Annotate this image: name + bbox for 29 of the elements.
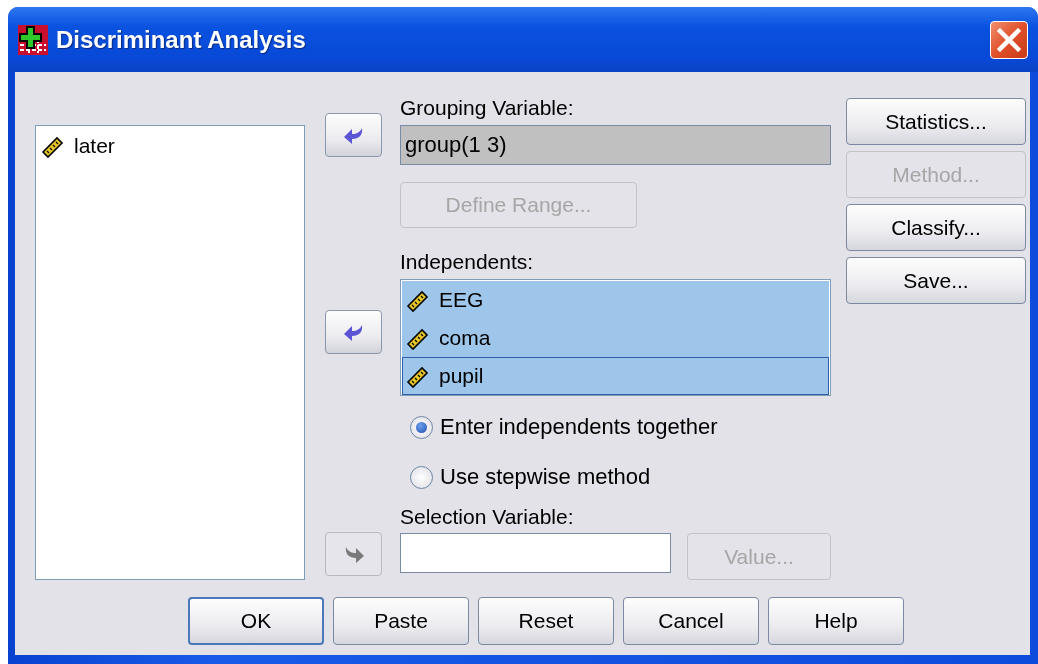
variable-list[interactable]: EEG coma pupil: [400, 279, 831, 396]
close-icon: [997, 27, 1021, 52]
variable-item[interactable]: later: [37, 127, 303, 165]
radio-label: Enter independents together: [440, 414, 718, 440]
dialog-button[interactable]: Paste: [333, 597, 469, 645]
dialog-button[interactable]: Help: [768, 597, 904, 645]
app-icon: [18, 24, 48, 55]
dialog-button[interactable]: Cancel: [623, 597, 759, 645]
field-label: Grouping Variable:: [400, 96, 575, 120]
dialog-button[interactable]: Statistics...: [846, 98, 1026, 145]
move-button[interactable]: [325, 113, 382, 157]
variable-item[interactable]: pupil: [402, 357, 829, 395]
variable-list[interactable]: later: [35, 125, 305, 580]
radio-label: Use stepwise method: [440, 464, 651, 490]
radio-button[interactable]: [410, 415, 433, 439]
dialog-button[interactable]: Reset: [478, 597, 614, 645]
dialog-button[interactable]: OK: [188, 597, 324, 645]
variable-item[interactable]: coma: [402, 319, 829, 357]
radio-button[interactable]: [410, 465, 433, 489]
selection-variable-field[interactable]: [400, 533, 671, 573]
grouping-variable-field[interactable]: group(1 3): [400, 125, 831, 165]
close-button[interactable]: [990, 20, 1028, 59]
dialog-button[interactable]: Classify...: [846, 204, 1026, 251]
variable-item[interactable]: EEG: [402, 281, 829, 319]
list-label: Independents:: [400, 250, 535, 275]
dialog-button[interactable]: Save...: [846, 257, 1026, 304]
field-label: Selection Variable:: [400, 505, 575, 529]
window-title: Discriminant Analysis: [56, 25, 307, 54]
move-button[interactable]: [325, 310, 382, 354]
